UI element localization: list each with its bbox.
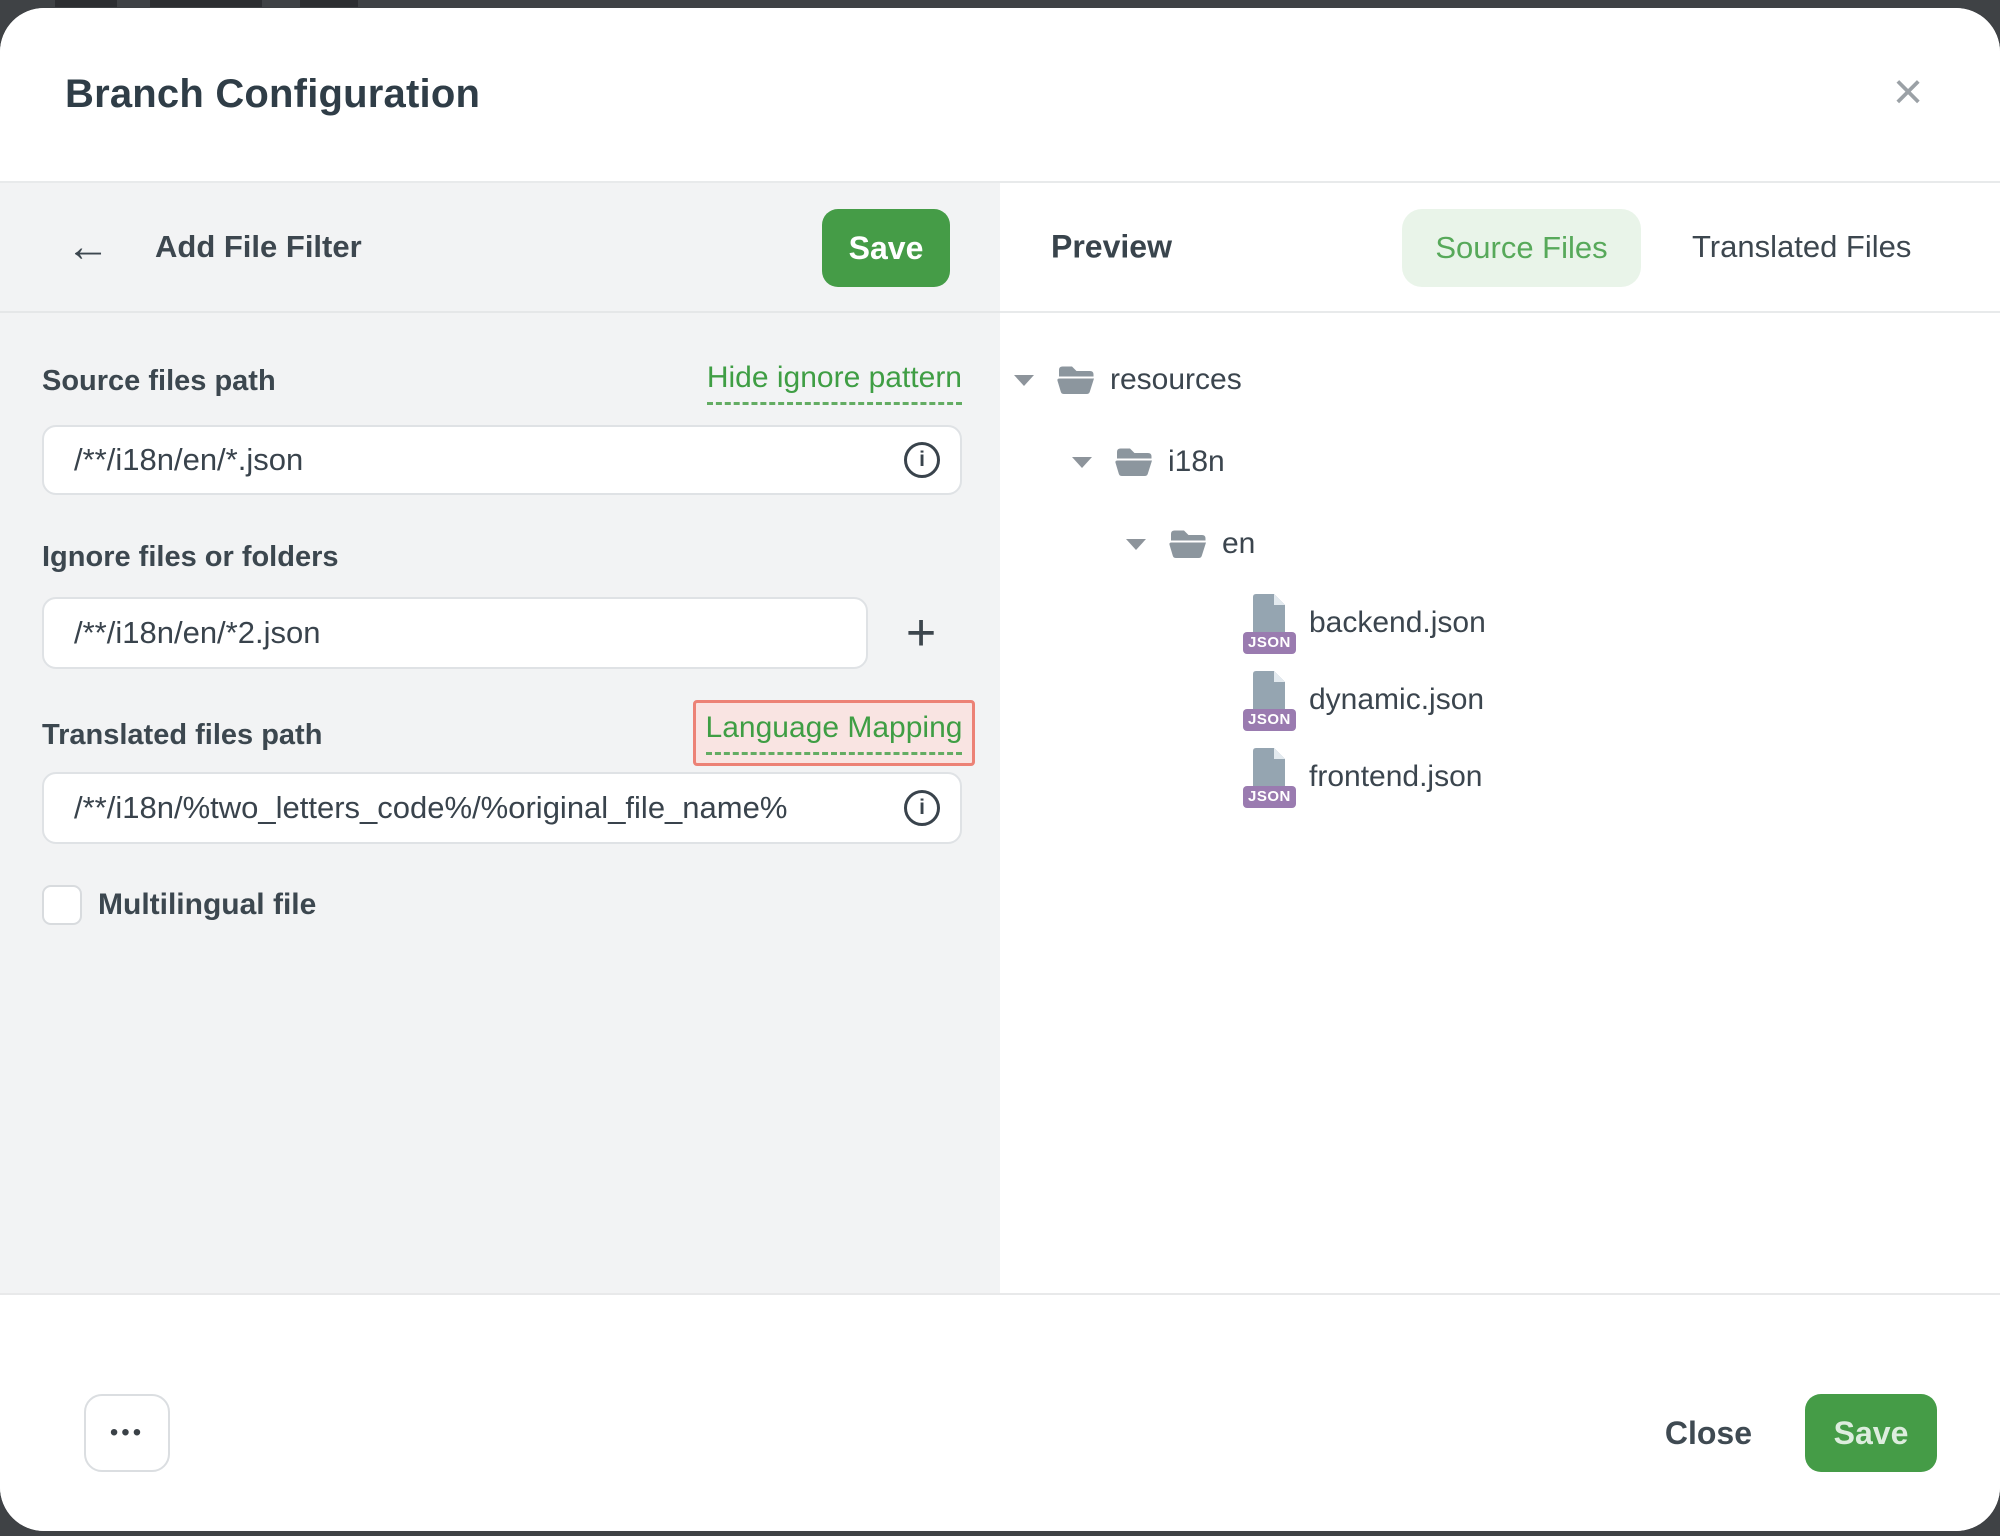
json-file-icon: JSON bbox=[1243, 746, 1293, 808]
source-path-input-wrap: i bbox=[42, 425, 962, 495]
ignore-path-input-wrap bbox=[42, 597, 868, 669]
multilingual-file-checkbox[interactable] bbox=[42, 885, 82, 925]
tree-item-label: resources bbox=[1110, 363, 1242, 397]
preview-panel: Preview Source Files Translated Files re… bbox=[1000, 183, 2000, 1293]
json-badge: JSON bbox=[1243, 632, 1296, 654]
tab-source-files[interactable]: Source Files bbox=[1402, 209, 1641, 287]
add-ignore-pattern-icon[interactable]: + bbox=[886, 597, 956, 669]
file-filter-panel: ← Add File Filter Save Source files path… bbox=[0, 183, 1000, 1293]
translated-path-input-wrap: i bbox=[42, 772, 962, 844]
multilingual-file-row: Multilingual file bbox=[42, 885, 316, 925]
json-file-icon: JSON bbox=[1243, 669, 1293, 731]
tree-row-resources[interactable]: resources bbox=[1014, 341, 1242, 419]
save-filter-button[interactable]: Save bbox=[822, 209, 950, 287]
close-button[interactable]: Close bbox=[1665, 1394, 1752, 1472]
tree-row-i18n[interactable]: i18n bbox=[1072, 423, 1225, 501]
tree-item-label: dynamic.json bbox=[1309, 683, 1484, 717]
caret-down-icon[interactable] bbox=[1014, 375, 1034, 386]
folder-icon bbox=[1168, 528, 1208, 560]
tree-item-label: i18n bbox=[1168, 445, 1225, 479]
tree-row-en[interactable]: en bbox=[1126, 505, 1255, 583]
tree-item-label: frontend.json bbox=[1309, 760, 1482, 794]
background-element bbox=[150, 0, 262, 7]
json-file-icon: JSON bbox=[1243, 592, 1293, 654]
language-mapping-highlight: Language Mapping bbox=[693, 700, 975, 766]
tree-item-label: en bbox=[1222, 527, 1255, 561]
translated-files-path-label: Translated files path bbox=[42, 719, 322, 752]
file-filter-form: Source files path Hide ignore pattern i … bbox=[0, 313, 1000, 1293]
folder-icon bbox=[1056, 364, 1096, 396]
modal-footer: ••• Close Save bbox=[0, 1293, 2000, 1531]
hide-ignore-pattern-link[interactable]: Hide ignore pattern bbox=[707, 361, 962, 405]
tree-row-file[interactable]: JSON dynamic.json bbox=[1243, 661, 1484, 739]
background-element bbox=[300, 0, 358, 7]
ignore-files-label: Ignore files or folders bbox=[42, 541, 339, 574]
file-tree: resources i18n en bbox=[1000, 313, 2000, 1293]
back-arrow-icon[interactable]: ← bbox=[66, 225, 110, 269]
file-filter-subheader: ← Add File Filter Save bbox=[0, 183, 1000, 313]
caret-down-icon[interactable] bbox=[1072, 457, 1092, 468]
source-files-path-label: Source files path bbox=[42, 365, 276, 398]
folder-icon bbox=[1114, 446, 1154, 478]
tree-row-file[interactable]: JSON backend.json bbox=[1243, 584, 1486, 662]
tree-row-file[interactable]: JSON frontend.json bbox=[1243, 738, 1482, 816]
ignore-path-input[interactable] bbox=[42, 597, 868, 669]
source-path-input[interactable] bbox=[42, 425, 962, 495]
json-badge: JSON bbox=[1243, 709, 1296, 731]
tree-item-label: backend.json bbox=[1309, 606, 1486, 640]
more-options-icon[interactable]: ••• bbox=[84, 1394, 170, 1472]
background-element bbox=[55, 0, 117, 7]
json-badge: JSON bbox=[1243, 786, 1296, 808]
preview-title: Preview bbox=[1051, 229, 1172, 266]
panel-title: Add File Filter bbox=[155, 229, 362, 265]
info-icon[interactable]: i bbox=[904, 442, 940, 478]
caret-down-icon[interactable] bbox=[1126, 539, 1146, 550]
modal-title: Branch Configuration bbox=[65, 72, 480, 117]
branch-configuration-modal: Branch Configuration × ← Add File Filter… bbox=[0, 8, 2000, 1531]
modal-title-bar: Branch Configuration × bbox=[0, 8, 2000, 183]
info-icon[interactable]: i bbox=[904, 790, 940, 826]
translated-path-input[interactable] bbox=[42, 772, 962, 844]
language-mapping-link[interactable]: Language Mapping bbox=[706, 711, 963, 755]
tab-translated-files[interactable]: Translated Files bbox=[1692, 229, 1911, 265]
preview-header: Preview Source Files Translated Files bbox=[1000, 183, 2000, 313]
multilingual-file-label[interactable]: Multilingual file bbox=[98, 888, 316, 922]
close-icon[interactable]: × bbox=[1876, 60, 1940, 124]
save-button[interactable]: Save bbox=[1805, 1394, 1937, 1472]
